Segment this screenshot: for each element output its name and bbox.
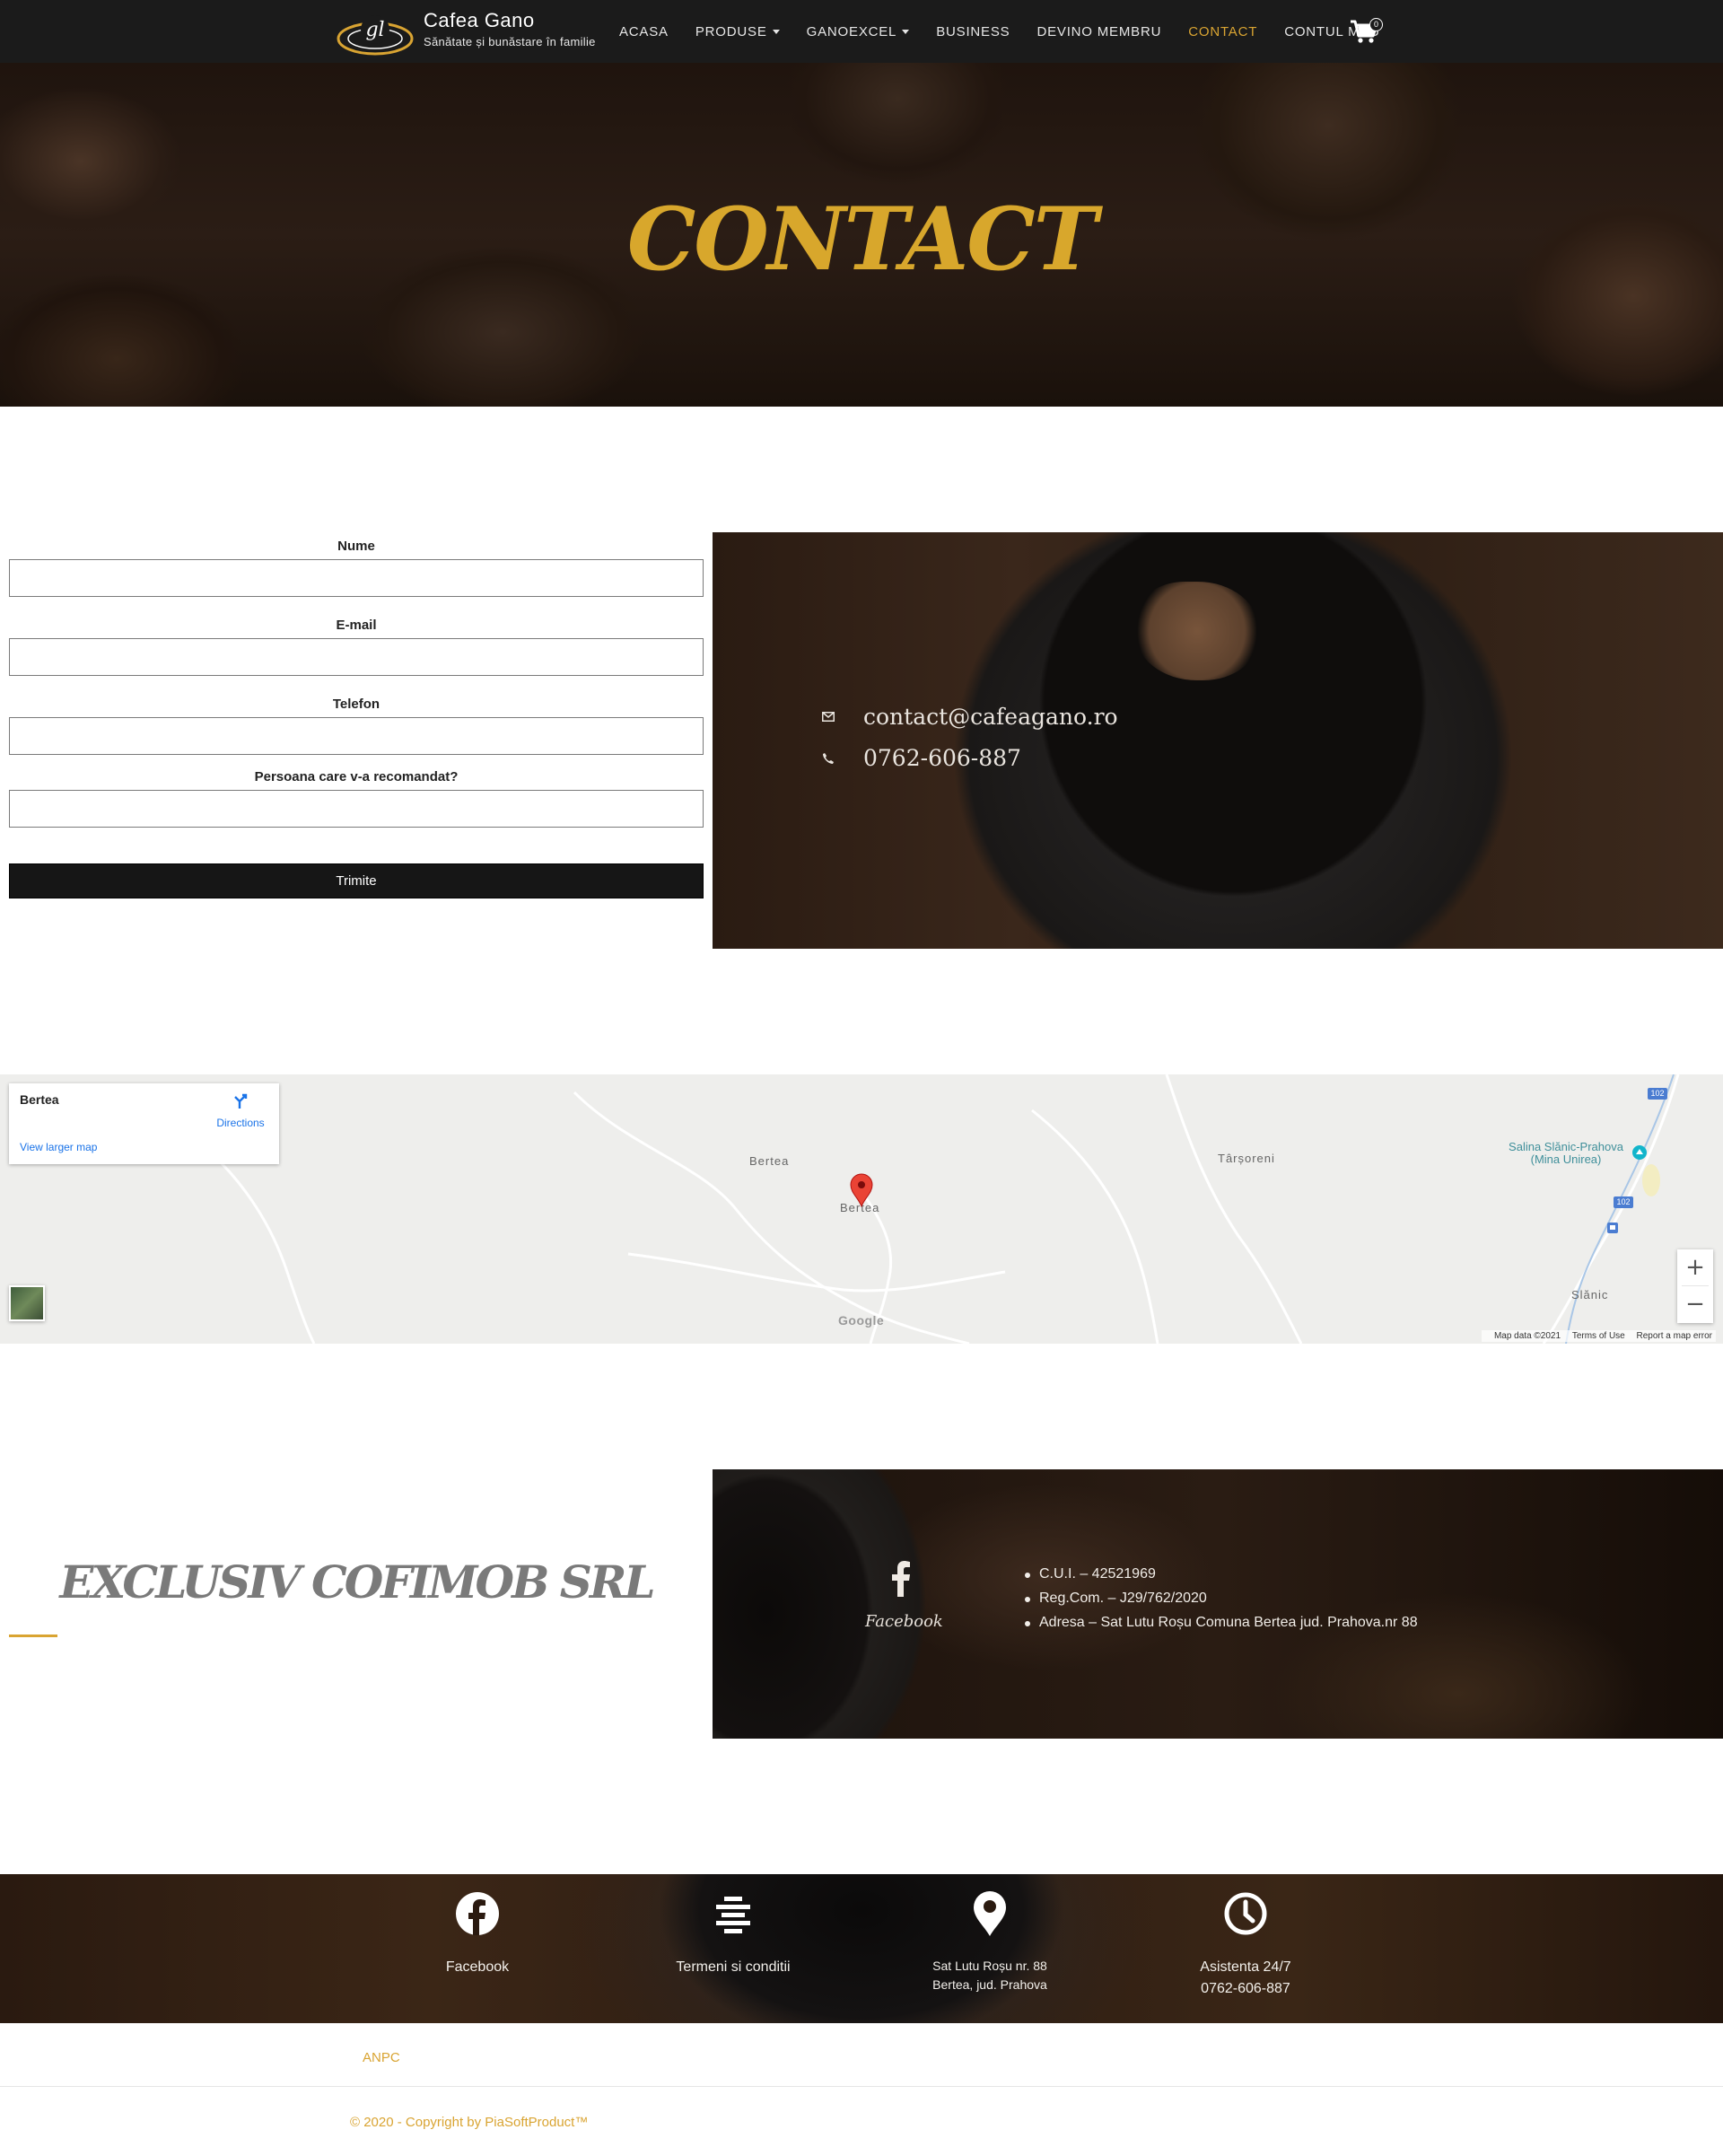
contact-phone-row[interactable]: 0762-606-887 (818, 745, 1021, 771)
company-title: EXCLUSIV COFIMOB SRL (59, 1556, 655, 1608)
referrer-input[interactable] (9, 790, 704, 828)
brand-name[interactable]: Cafea Gano (424, 9, 535, 32)
brand-tagline: Sănătate și bunăstare în familie (424, 35, 596, 48)
anpc-link[interactable]: ANPC (363, 2050, 400, 2065)
footer-facebook-label: Facebook (445, 1959, 510, 1975)
phone-input[interactable] (9, 717, 704, 755)
copyright-text: © 2020 - Copyright by PiaSoftProduct™ (350, 2115, 589, 2130)
company-reg-com: Reg.Com. – J29/762/2020 (1025, 1591, 1418, 1607)
terms-icon (716, 1897, 750, 1933)
accent-divider (9, 1635, 57, 1637)
location-pin-icon (974, 1891, 1006, 1936)
envelope-icon (818, 707, 838, 727)
report-map-error-link[interactable]: Report a map error (1637, 1331, 1712, 1341)
footer-facebook[interactable]: Facebook (388, 1874, 567, 1978)
facebook-icon (892, 1561, 910, 1597)
footer-terms[interactable]: Termeni si conditii (643, 1874, 823, 1978)
map-poi-salina[interactable]: Salina Slănic-Prahova (Mina Unirea) (1503, 1141, 1629, 1166)
name-label: Nume (337, 539, 375, 554)
page-title: CONTACT (626, 188, 1098, 290)
footer-support-label: Asistenta 24/7 0762-606-887 (1156, 1957, 1335, 2000)
name-input[interactable] (9, 559, 704, 597)
coffee-foam-decoration (1134, 582, 1260, 680)
clock-icon (1224, 1892, 1267, 1935)
google-map[interactable]: Bertea Directions View larger map Bertea… (0, 1074, 1723, 1344)
facebook-link[interactable]: Facebook (865, 1561, 943, 1631)
map-marker-icon[interactable] (849, 1173, 874, 1207)
footer-address-line-2: Bertea, jud. Prahova (932, 1977, 1047, 1992)
company-address: Adresa – Sat Lutu Roșu Comuna Bertea jud… (1025, 1615, 1418, 1631)
company-info-panel: Facebook C.U.I. – 42521969 Reg.Com. – J2… (713, 1469, 1723, 1739)
hero-banner: CONTACT (0, 63, 1723, 407)
logo-monogram: gl (365, 19, 384, 41)
chevron-down-icon (902, 29, 910, 34)
nav-item-devino-membru[interactable]: DEVINO MEMBRU (1036, 24, 1161, 39)
footer-support-phone[interactable]: 0762-606-887 (1156, 1978, 1335, 2000)
top-navbar: gl Cafea Gano Sănătate și bunăstare în f… (0, 0, 1723, 63)
map-data-label: Map data ©2021 (1493, 1331, 1561, 1341)
zoom-controls: + − (1677, 1249, 1713, 1323)
view-larger-map-link[interactable]: View larger map (20, 1141, 97, 1153)
map-label-bertea-north: Bertea (749, 1154, 790, 1168)
phone-label: Telefon (332, 697, 380, 712)
satellite-toggle[interactable] (9, 1285, 45, 1321)
map-label-slanic: Slănic (1571, 1288, 1609, 1301)
google-logo: Google (838, 1313, 885, 1328)
contact-email[interactable]: contact@cafeagano.ro (863, 704, 1118, 730)
footer-address-line-1: Sat Lutu Roșu nr. 88 (932, 1959, 1047, 1973)
referrer-label: Persoana care v-a recomandat? (254, 769, 459, 784)
company-cui: C.U.I. – 42521969 (1025, 1566, 1418, 1582)
phone-icon (818, 749, 838, 768)
email-input[interactable] (9, 638, 704, 676)
footer-support: Asistenta 24/7 0762-606-887 (1156, 1874, 1335, 2000)
map-place-card: Bertea Directions View larger map (9, 1083, 279, 1164)
chevron-down-icon (772, 29, 780, 34)
footer-support-line-1: Asistenta 24/7 (1200, 1959, 1291, 1975)
cafea-gano-logo[interactable]: gl (335, 6, 415, 57)
directions-button[interactable]: Directions (214, 1092, 267, 1129)
contact-email-row[interactable]: contact@cafeagano.ro (818, 704, 1118, 730)
footer-terms-label: Termeni si conditii (676, 1959, 791, 1975)
terms-of-use-link[interactable]: Terms of Use (1572, 1331, 1625, 1341)
footer-features: Facebook Termeni si conditii Sat Lutu Ro… (0, 1874, 1723, 2023)
nav-item-contact[interactable]: CONTACT (1188, 24, 1257, 39)
footer-address-label: Sat Lutu Roșu nr. 88 Bertea, jud. Prahov… (900, 1957, 1080, 1994)
map-place-title: Bertea (20, 1092, 59, 1107)
nav-item-business[interactable]: BUSINESS (936, 24, 1010, 39)
nav-item-produse[interactable]: PRODUSE (695, 24, 780, 39)
footer-divider (0, 2086, 1723, 2087)
transit-icon[interactable] (1606, 1222, 1619, 1234)
nav-item-ganoexcel[interactable]: GANOEXCEL (807, 24, 910, 39)
zoom-out-button[interactable]: − (1677, 1286, 1713, 1322)
directions-icon (234, 1093, 248, 1109)
contact-phone[interactable]: 0762-606-887 (863, 745, 1021, 771)
submit-button[interactable]: Trimite (9, 863, 704, 898)
nav-item-acasa[interactable]: ACASA (619, 24, 669, 39)
contact-form: Nume E-mail Telefon Persoana care v-a re… (9, 539, 704, 898)
attraction-icon[interactable] (1631, 1144, 1649, 1161)
zoom-in-button[interactable]: + (1677, 1249, 1713, 1285)
email-label: E-mail (336, 618, 377, 633)
cart-count-badge: 0 (1369, 18, 1383, 31)
facebook-icon (456, 1892, 499, 1935)
company-details-list: C.U.I. – 42521969 Reg.Com. – J29/762/202… (1025, 1566, 1418, 1639)
road-shield-102: 102 (1648, 1088, 1667, 1100)
map-label-tarsoreni: Târșoreni (1218, 1152, 1275, 1165)
contact-info-panel: contact@cafeagano.ro 0762-606-887 (713, 532, 1723, 949)
road-shield-102-south: 102 (1614, 1196, 1633, 1208)
facebook-label: Facebook (865, 1612, 943, 1631)
main-menu: ACASA PRODUSE GANOEXCEL BUSINESS DEVINO … (619, 0, 1407, 63)
footer-address: Sat Lutu Roșu nr. 88 Bertea, jud. Prahov… (900, 1874, 1080, 1994)
map-attribution: Map data ©2021 Terms of Use Report a map… (1481, 1330, 1716, 1342)
